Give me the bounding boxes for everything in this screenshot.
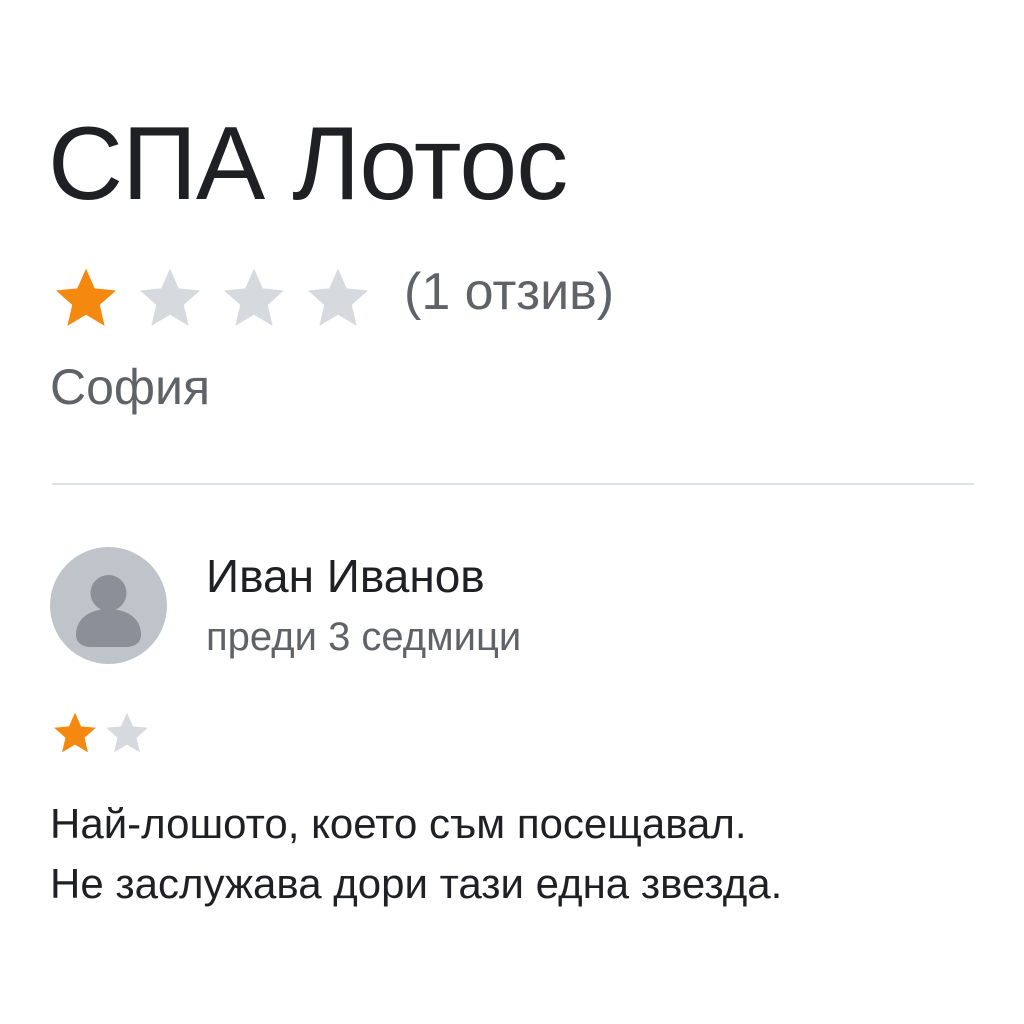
place-page: СПА Лотос (1 отзив) София Иван Иванов пр… xyxy=(0,0,1024,1024)
business-location: София xyxy=(50,359,211,415)
review-time: преди 3 седмици xyxy=(206,615,522,659)
star-empty-icon xyxy=(224,268,284,326)
star-empty-icon xyxy=(308,268,368,326)
person-avatar-icon xyxy=(76,575,141,647)
business-name: СПА Лотос xyxy=(48,106,568,222)
business-rating-stars[interactable] xyxy=(50,262,374,334)
reviewer-avatar[interactable] xyxy=(50,547,167,664)
star-empty-icon xyxy=(106,712,148,753)
review-text: Най-лошото, което съм посещавал. Не засл… xyxy=(50,794,990,914)
business-rating-row: (1 отзив) xyxy=(50,262,614,334)
review-rating-stars xyxy=(50,708,152,758)
star-filled-icon xyxy=(56,268,116,326)
star-filled-icon xyxy=(54,712,96,753)
review-text-line: Най-лошото, което съм посещавал. xyxy=(50,800,747,847)
section-divider xyxy=(52,483,974,485)
reviewer-name[interactable]: Иван Иванов xyxy=(206,553,485,599)
star-empty-icon xyxy=(140,268,200,326)
review-count-link[interactable]: (1 отзив) xyxy=(404,266,614,318)
review-text-line: Не заслужава дори тази една звезда. xyxy=(50,860,783,907)
